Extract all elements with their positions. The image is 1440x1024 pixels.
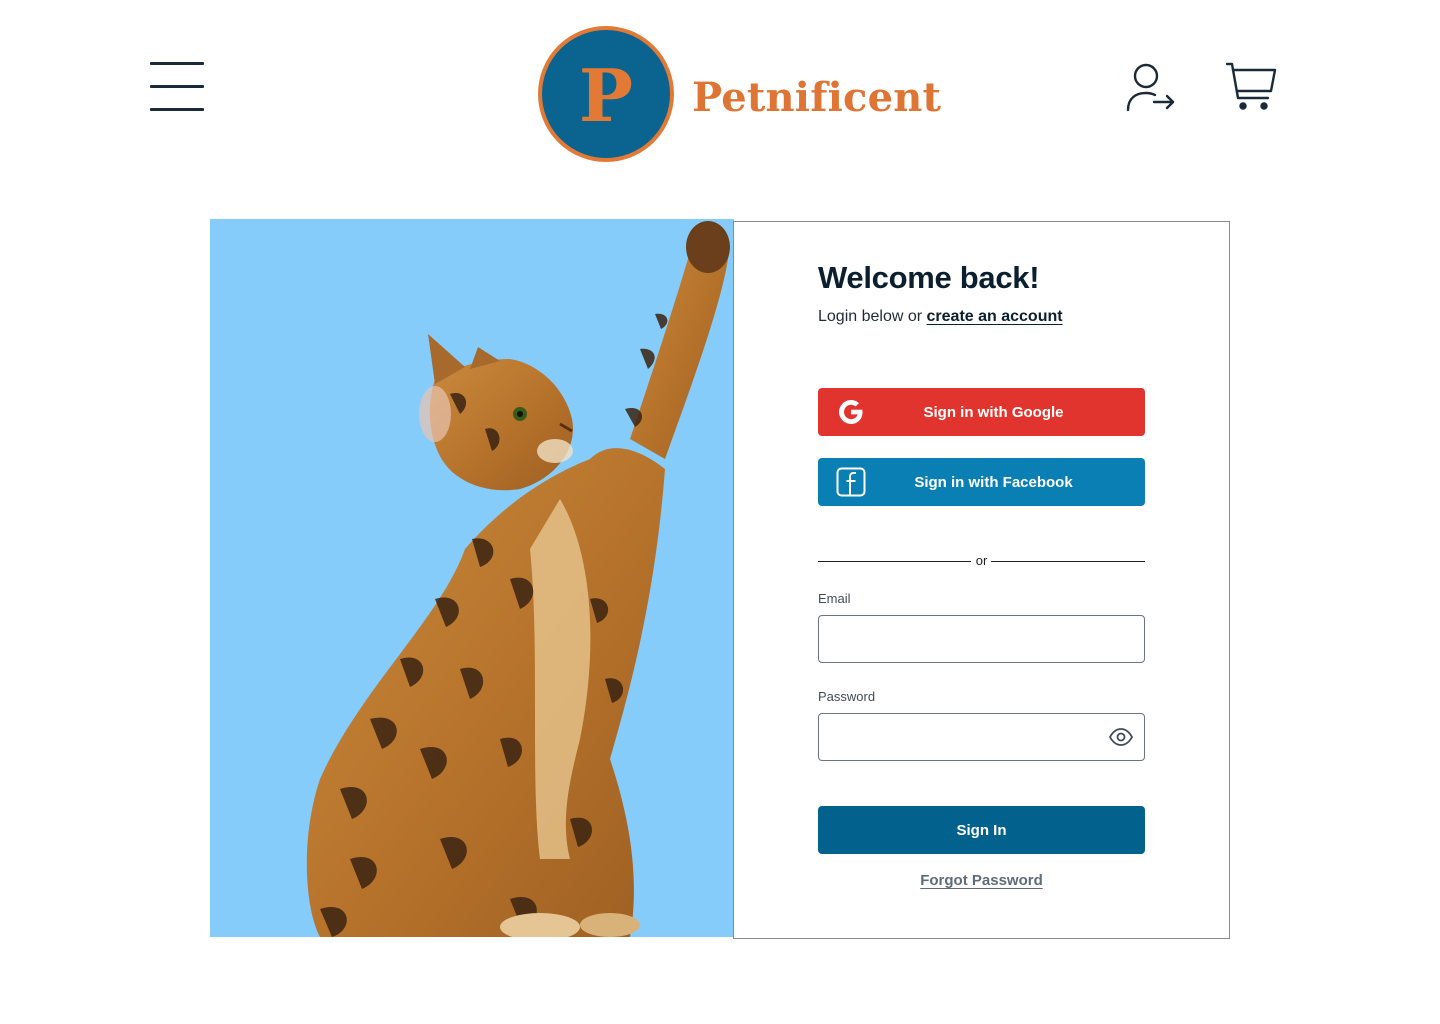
forgot-password-link[interactable]: Forgot Password [818,872,1145,889]
facebook-signin-button[interactable]: Sign in with Facebook [818,458,1145,506]
password-field[interactable] [818,713,1145,761]
divider-line [991,561,1145,562]
logo-letter: P [578,53,634,138]
menu-line [150,85,204,88]
google-signin-button[interactable]: Sign in with Google [818,388,1145,436]
create-account-link[interactable]: create an account [927,308,1063,325]
eye-icon[interactable] [1108,727,1134,747]
brand-logo[interactable]: P Petnificent [538,26,941,162]
hamburger-menu-icon[interactable] [150,62,204,112]
menu-line [150,108,204,111]
google-icon [836,397,866,427]
facebook-icon [836,467,866,497]
user-login-icon[interactable] [1124,62,1178,114]
cat-photo [210,219,734,937]
brand-name: Petnificent [692,73,942,121]
bengal-cat-illustration [306,221,730,937]
login-subtitle: Login below or create an account [818,308,1063,326]
email-label: Email [818,591,851,606]
or-divider: or [818,553,1145,569]
subtitle-text: Login below or [818,308,927,325]
password-label: Password [818,689,876,704]
sign-in-button[interactable]: Sign In [818,806,1145,854]
logo-badge: P [538,26,674,162]
facebook-signin-label: Sign in with Facebook [914,473,1073,491]
email-field[interactable] [818,615,1145,663]
menu-line [150,62,204,65]
login-form-panel: Welcome back! Login below or create an a… [733,221,1230,939]
shopping-cart-icon[interactable] [1224,60,1280,114]
google-signin-label: Sign in with Google [923,403,1064,421]
login-title: Welcome back! [818,260,1040,295]
